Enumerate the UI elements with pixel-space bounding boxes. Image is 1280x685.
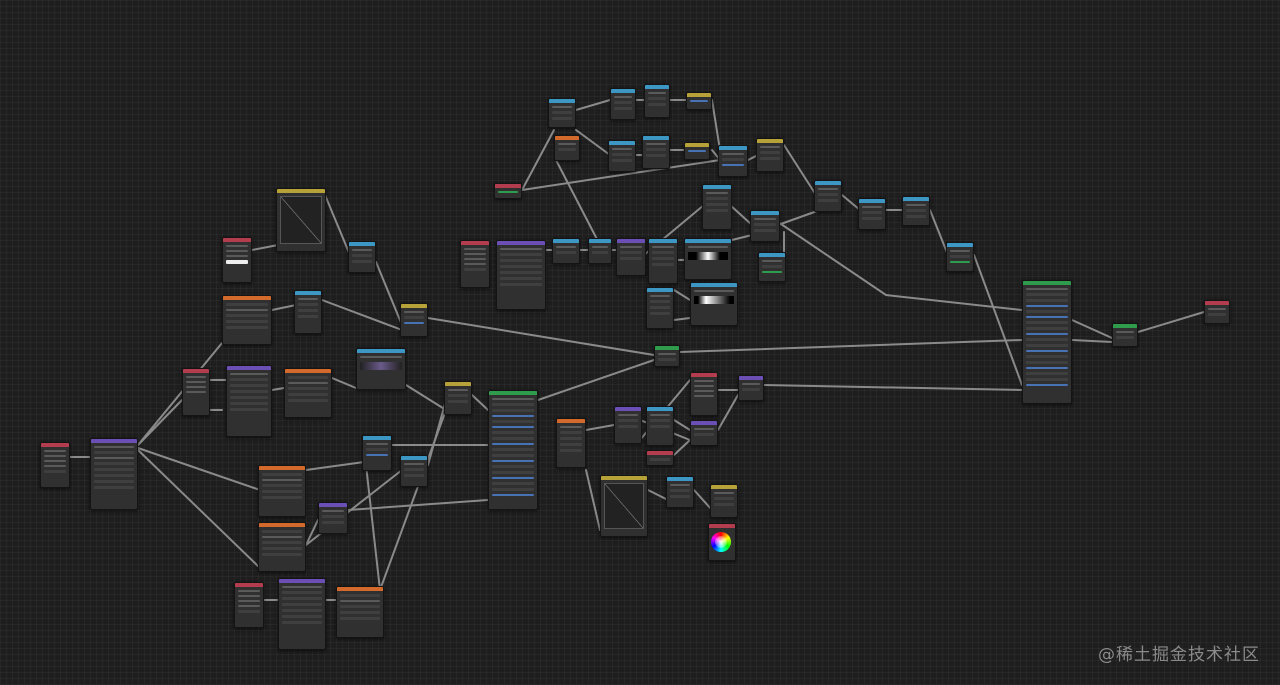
math-node-c8[interactable]: [758, 252, 786, 282]
math-node-u7[interactable]: [814, 180, 842, 212]
math-node-u8[interactable]: [858, 198, 886, 230]
math-node-c9[interactable]: [646, 287, 674, 329]
noise-texture-node-3[interactable]: [258, 522, 306, 572]
math-node-top[interactable]: [348, 241, 376, 273]
math-node-c4[interactable]: [648, 238, 678, 284]
rgb-curves-node-2[interactable]: [600, 475, 648, 537]
color-ramp-node-c5[interactable]: [684, 238, 732, 280]
separate-xyz-node[interactable]: [182, 368, 210, 416]
noise-texture-node-4[interactable]: [556, 418, 586, 468]
mix-node-l7[interactable]: [710, 484, 738, 518]
math-node-c7[interactable]: [750, 210, 780, 242]
voronoi-texture-node[interactable]: [284, 368, 332, 418]
mix-shader-node-center[interactable]: [654, 345, 680, 367]
rgb-curves-node[interactable]: [276, 188, 326, 252]
texture-node-u1[interactable]: [554, 135, 580, 161]
math-node-c6[interactable]: [702, 184, 732, 230]
vector-node-c3[interactable]: [616, 238, 646, 276]
texture-coordinate-node-3[interactable]: [460, 240, 490, 288]
math-node-low[interactable]: [362, 435, 392, 471]
vector-math-node[interactable]: [226, 365, 272, 437]
color-wheel-node[interactable]: [708, 523, 736, 561]
mix-rgb-node-left[interactable]: [400, 303, 428, 337]
math-node-u9[interactable]: [902, 196, 930, 226]
watermark-text: @稀土掘金技术社区: [1098, 645, 1260, 665]
math-node-u10[interactable]: [946, 242, 974, 272]
math-node-u4[interactable]: [608, 140, 636, 172]
separate-node-c1[interactable]: [552, 238, 580, 264]
texture-coordinate-node[interactable]: [40, 442, 70, 488]
vector-math-node-2[interactable]: [318, 502, 348, 534]
mix-rgb-node-center[interactable]: [444, 381, 472, 415]
math-node-l2[interactable]: [646, 406, 674, 446]
node-editor-canvas[interactable]: @稀土掘金技术社区: [0, 0, 1280, 685]
mapping-node-2[interactable]: [278, 578, 326, 650]
color-input-node[interactable]: [222, 237, 252, 283]
mapping-node-3[interactable]: [496, 240, 546, 310]
math-node-u6[interactable]: [718, 145, 748, 177]
color-ramp-node-c10[interactable]: [690, 282, 738, 326]
wave-texture-node[interactable]: [336, 586, 384, 638]
mapping-node[interactable]: [90, 438, 138, 510]
texture-coordinate-node-4[interactable]: [690, 372, 718, 416]
mix-shader-node-right[interactable]: [1112, 323, 1138, 347]
noise-texture-node[interactable]: [222, 295, 272, 345]
vector-node-l4[interactable]: [690, 420, 718, 446]
value-input-node[interactable]: [494, 183, 522, 199]
value-node-l3[interactable]: [646, 450, 674, 466]
math-node-u3[interactable]: [644, 84, 670, 118]
vector-node-l1[interactable]: [614, 406, 642, 444]
math-node-mid[interactable]: [294, 290, 322, 334]
principled-bsdf-node-center[interactable]: [488, 390, 538, 510]
math-node-u1[interactable]: [548, 98, 576, 128]
math-node-c2[interactable]: [588, 238, 612, 264]
color-wheel-icon[interactable]: [711, 532, 731, 552]
texture-coordinate-node-2[interactable]: [234, 582, 264, 628]
mix-node-u3[interactable]: [756, 138, 784, 172]
math-node-l6[interactable]: [666, 476, 694, 508]
math-node-u2[interactable]: [610, 88, 636, 120]
math-node-low-2[interactable]: [400, 455, 428, 487]
mix-node-u2[interactable]: [684, 142, 710, 160]
color-ramp-node-left[interactable]: [356, 348, 406, 390]
math-node-u5[interactable]: [642, 135, 670, 169]
node-links: [69, 99, 1205, 601]
mix-node-u1[interactable]: [686, 92, 712, 110]
vector-node-l5[interactable]: [738, 375, 764, 401]
principled-bsdf-node-right[interactable]: [1022, 280, 1072, 404]
noise-texture-node-2[interactable]: [258, 465, 306, 517]
material-output-node[interactable]: [1204, 300, 1230, 324]
